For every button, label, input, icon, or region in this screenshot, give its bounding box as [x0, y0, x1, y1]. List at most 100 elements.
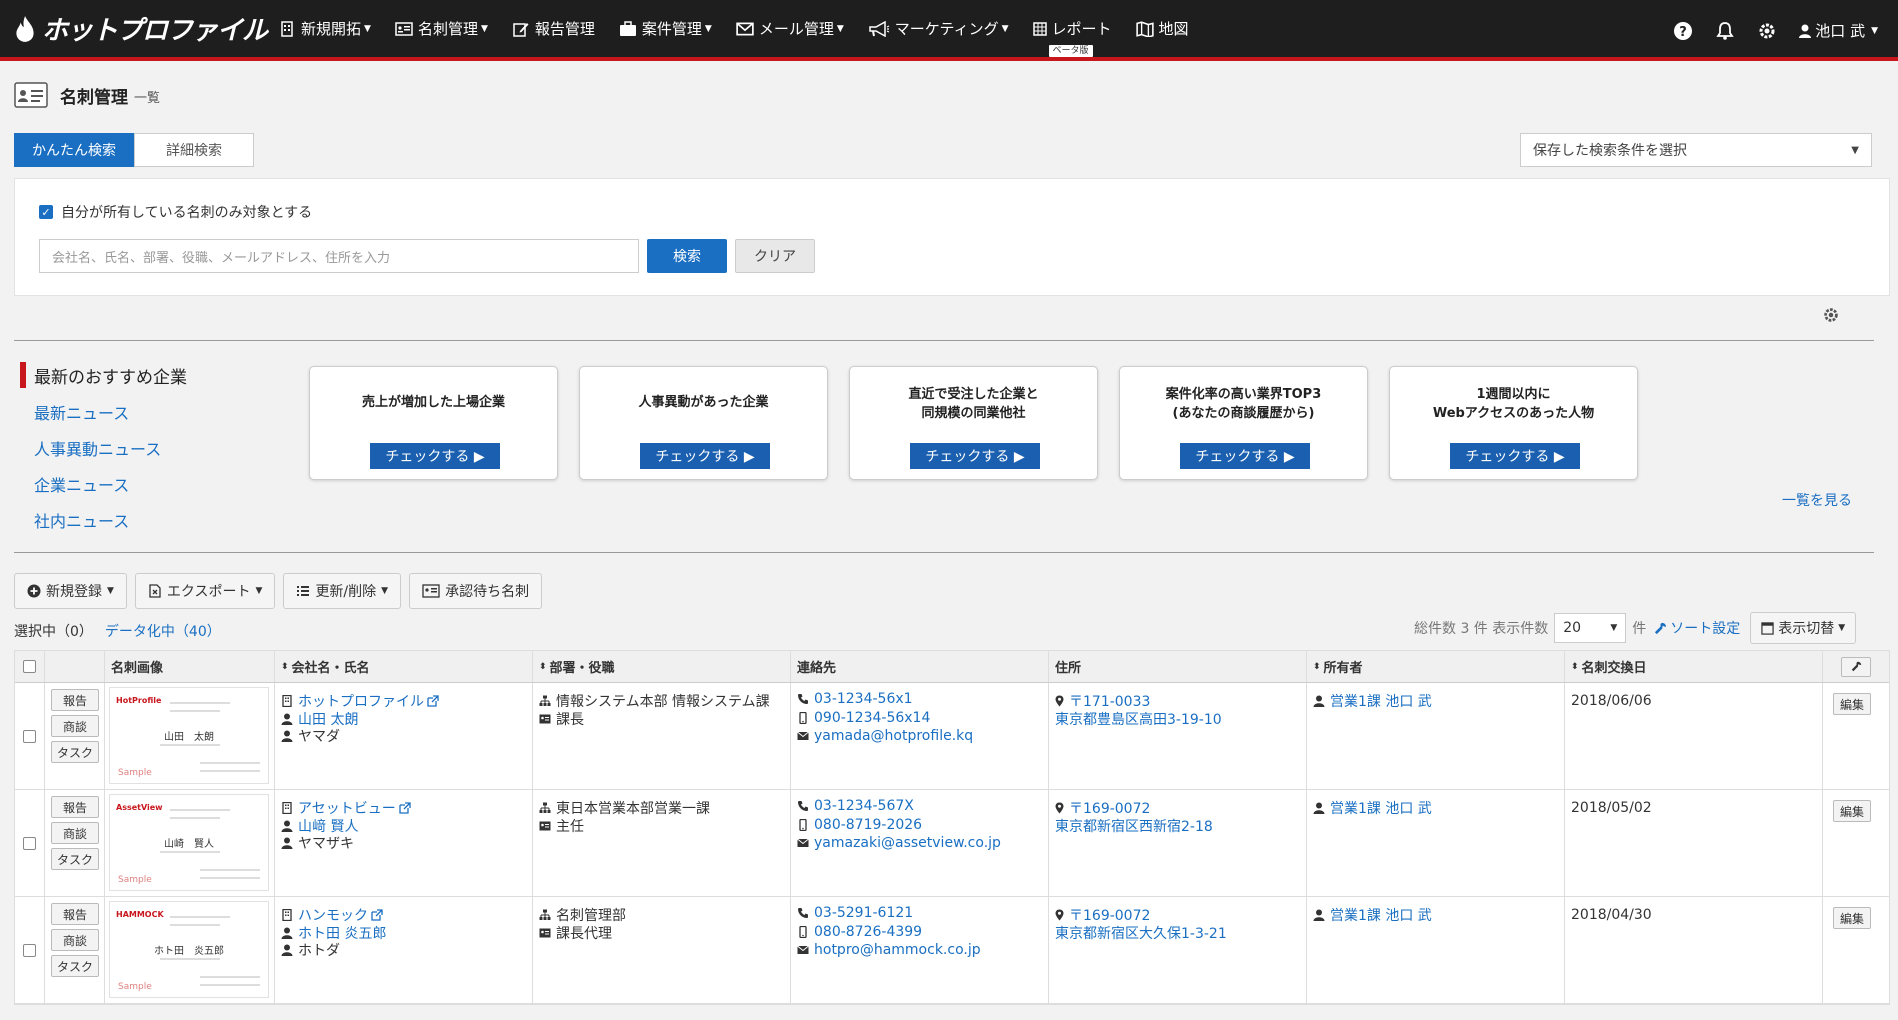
search-input[interactable]: 会社名、氏名、部署、役職、メールアドレス、住所を入力	[39, 239, 639, 273]
check-button[interactable]: チェックする ▶	[370, 443, 500, 469]
exchange-date-cell: 2018/04/30	[1565, 897, 1823, 1003]
owner-link[interactable]: 営業1課 池口 武	[1330, 905, 1432, 925]
header-exchange-date[interactable]: ⬍ 名刺交換日	[1565, 651, 1823, 682]
header-department[interactable]: ⬍ 部署・役職	[533, 651, 791, 682]
digitizing-link[interactable]: データ化中（40）	[105, 621, 221, 641]
gear-icon[interactable]	[1822, 306, 1840, 324]
nav-item-prospecting[interactable]: 新規開拓 ▼	[278, 0, 371, 57]
phone-link[interactable]: 03-1234-567X	[814, 798, 914, 814]
recommend-card-text: 1週間以内に Webアクセスのあった人物	[1432, 387, 1595, 421]
mobile-link[interactable]: 090-1234-56x14	[814, 710, 930, 726]
business-card-image[interactable]: AssetView 山崎 賢人 Sample	[109, 794, 269, 891]
task-button[interactable]: タスク	[51, 741, 99, 763]
link-company-news[interactable]: 企業ニュース	[34, 472, 187, 496]
nav-item-report-management[interactable]: 報告管理	[512, 0, 595, 57]
envelope-icon	[797, 945, 809, 954]
address-link[interactable]: 東京都新宿区西新宿2-18	[1055, 816, 1213, 836]
check-button[interactable]: チェックする ▶	[910, 443, 1040, 469]
row-checkbox[interactable]	[23, 943, 36, 957]
meeting-button[interactable]: 商談	[51, 929, 99, 951]
display-toggle-button[interactable]: 表示切替 ▼	[1750, 612, 1857, 644]
business-card-image[interactable]: HAMMOCK ホト田 炎五郎 Sample	[109, 901, 269, 998]
external-link-icon[interactable]	[399, 802, 411, 814]
header-owner[interactable]: ⬍ 所有者	[1307, 651, 1565, 682]
view-all-link[interactable]: 一覧を見る	[1782, 490, 1852, 510]
nav-item-mail-management[interactable]: メール管理 ▼	[736, 0, 844, 57]
edit-button[interactable]: 編集	[1833, 907, 1871, 929]
table-icon	[1032, 21, 1047, 36]
link-personnel-news[interactable]: 人事異動ニュース	[34, 436, 187, 460]
mobile-link[interactable]: 080-8719-2026	[814, 817, 922, 833]
owner-link[interactable]: 営業1課 池口 武	[1330, 691, 1432, 711]
gear-icon[interactable]	[1757, 21, 1777, 41]
link-latest-news[interactable]: 最新ニュース	[34, 400, 187, 424]
pending-cards-button[interactable]: 承認待ち名刺	[409, 573, 543, 609]
check-button[interactable]: チェックする ▶	[640, 443, 770, 469]
id-card-icon	[539, 714, 551, 724]
task-button[interactable]: タスク	[51, 955, 99, 977]
external-link-icon[interactable]	[371, 909, 383, 921]
meeting-button[interactable]: 商談	[51, 715, 99, 737]
bell-icon[interactable]	[1715, 21, 1735, 41]
owner-link[interactable]: 営業1課 池口 武	[1330, 798, 1432, 818]
exchange-date: 2018/06/06	[1571, 693, 1652, 709]
department-text: 名刺管理部	[556, 908, 626, 924]
meeting-button[interactable]: 商談	[51, 822, 99, 844]
own-only-checkbox-row[interactable]: ✓ 自分が所有している名刺のみ対象とする	[39, 202, 312, 222]
nav-item-card-management[interactable]: 名刺管理 ▼	[395, 0, 488, 57]
zip-link[interactable]: 〒171-0033	[1069, 691, 1150, 711]
address-link[interactable]: 東京都新宿区大久保1-3-21	[1055, 923, 1227, 943]
task-button[interactable]: タスク	[51, 848, 99, 870]
row-checkbox[interactable]	[23, 729, 36, 743]
company-link[interactable]: ハンモック	[298, 905, 368, 925]
select-all-checkbox[interactable]	[23, 660, 36, 673]
phone-icon	[798, 801, 808, 811]
tab-easy-search[interactable]: かんたん検索	[14, 133, 134, 167]
user-menu[interactable]: 池口 武 ▼	[1799, 20, 1878, 41]
address-link[interactable]: 東京都豊島区高田3-19-10	[1055, 709, 1222, 729]
search-button[interactable]: 検索	[647, 239, 727, 273]
card-name: 山崎 賢人	[164, 839, 214, 850]
sort-settings-link[interactable]: ソート設定	[1654, 618, 1740, 638]
report-button[interactable]: 報告	[51, 689, 99, 711]
update-delete-button[interactable]: 更新/削除 ▼	[283, 573, 402, 609]
company-link[interactable]: アセットビュー	[298, 798, 396, 818]
user-icon	[281, 730, 293, 742]
external-link-icon[interactable]	[427, 695, 439, 707]
email-link[interactable]: hotpro@hammock.co.jp	[814, 942, 981, 958]
edit-button[interactable]: 編集	[1833, 800, 1871, 822]
mobile-link[interactable]: 080-8726-4399	[814, 924, 922, 940]
checkbox-checked-icon[interactable]: ✓	[39, 205, 53, 219]
user-icon	[281, 713, 293, 725]
clear-button[interactable]: クリア	[735, 239, 815, 273]
check-button[interactable]: チェックする ▶	[1180, 443, 1310, 469]
phone-link[interactable]: 03-5291-6121	[814, 905, 913, 921]
nav-item-report[interactable]: レポート ベータ版	[1032, 0, 1112, 57]
help-icon[interactable]: ?	[1673, 21, 1693, 41]
app-logo[interactable]: ホットプロファイル	[0, 10, 278, 47]
company-link[interactable]: ホットプロファイル	[298, 691, 424, 711]
email-link[interactable]: yamada@hotprofile.kq	[814, 728, 973, 744]
column-settings-button[interactable]	[1841, 656, 1871, 677]
row-checkbox[interactable]	[23, 836, 36, 850]
report-button[interactable]: 報告	[51, 796, 99, 818]
per-page-select[interactable]: 20 ▼	[1554, 613, 1627, 643]
header-company[interactable]: ⬍ 会社名・氏名	[275, 651, 533, 682]
nav-item-map[interactable]: 地図	[1135, 0, 1189, 57]
export-button[interactable]: エクスポート ▼	[134, 573, 276, 609]
nav-item-marketing[interactable]: マーケティング ▼	[868, 0, 1009, 57]
report-button[interactable]: 報告	[51, 903, 99, 925]
nav-item-deal-management[interactable]: 案件管理 ▼	[619, 0, 712, 57]
email-link[interactable]: yamazaki@assetview.co.jp	[814, 835, 1001, 851]
check-button[interactable]: チェックする ▶	[1450, 443, 1580, 469]
new-register-button[interactable]: 新規登録 ▼	[14, 573, 127, 609]
zip-link[interactable]: 〒169-0072	[1069, 798, 1150, 818]
edit-button[interactable]: 編集	[1833, 693, 1871, 715]
tab-detail-search[interactable]: 詳細検索	[134, 133, 254, 167]
business-card-image[interactable]: HotProfile 山田 太朗 Sample	[109, 687, 269, 784]
link-internal-news[interactable]: 社内ニュース	[34, 508, 187, 532]
zip-link[interactable]: 〒169-0072	[1069, 905, 1150, 925]
address-cell: 〒169-0072 東京都新宿区大久保1-3-21	[1049, 897, 1307, 1003]
saved-search-select[interactable]: 保存した検索条件を選択 ▼	[1520, 133, 1872, 167]
phone-link[interactable]: 03-1234-56x1	[814, 691, 913, 707]
